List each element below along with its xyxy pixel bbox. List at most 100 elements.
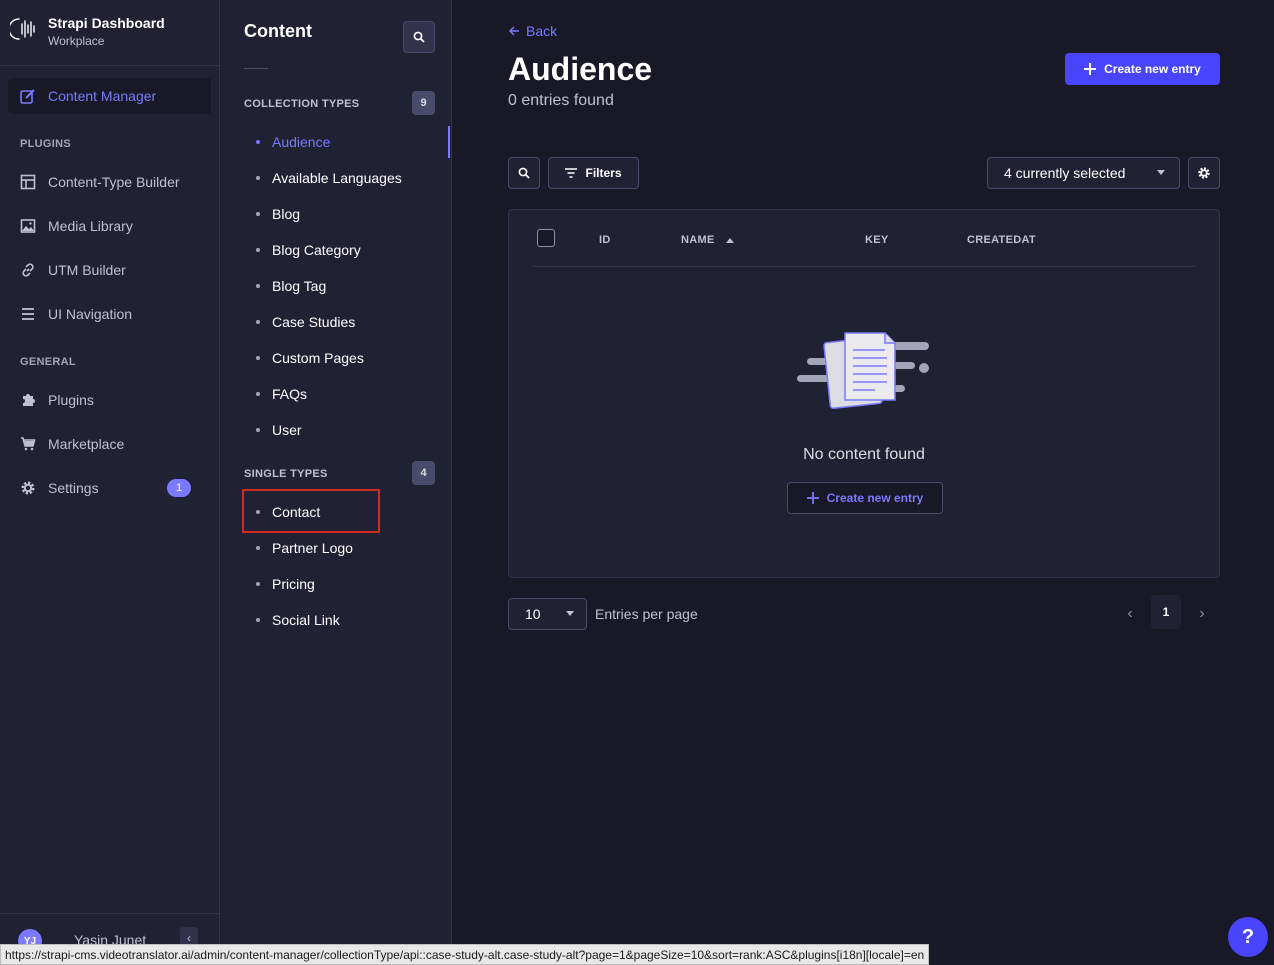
plus-icon [806, 492, 819, 504]
per-page-label: Entries per page [595, 606, 698, 622]
nav-item-label: Marketplace [48, 436, 125, 452]
notification-badge: 1 [167, 479, 191, 497]
subnav-item-available-languages[interactable]: Available Languages [244, 162, 450, 194]
page-size-select[interactable]: 10 [508, 598, 587, 630]
nav-item-media-library[interactable]: Media Library [8, 208, 211, 244]
bullet-icon [256, 546, 260, 550]
subnav-item-label: User [272, 422, 302, 438]
subnav-item-blog-category[interactable]: Blog Category [244, 234, 450, 266]
brand-title: Strapi Dashboard [48, 15, 165, 31]
chevron-right-icon: › [1199, 605, 1205, 622]
plus-icon [1084, 63, 1097, 75]
chevron-left-icon: ‹ [187, 931, 191, 945]
browser-status-url: https://strapi-cms.videotranslator.ai/ad… [0, 944, 930, 965]
previous-page-button[interactable]: ‹ [1118, 598, 1142, 630]
help-button[interactable]: ? [1228, 917, 1268, 957]
filter-icon [565, 168, 578, 178]
next-page-button[interactable]: › [1190, 598, 1214, 630]
cart-icon [20, 436, 36, 452]
puzzle-icon [20, 392, 36, 408]
subnav-item-pricing[interactable]: Pricing [244, 568, 450, 600]
column-header-createdat[interactable]: CREATEDAT [967, 234, 1036, 246]
bullet-icon [256, 140, 260, 144]
current-page-button[interactable]: 1 [1151, 595, 1181, 629]
nav-item-utm-builder[interactable]: UTM Builder [8, 252, 211, 288]
nav-item-label: Plugins [48, 392, 94, 408]
nav-item-marketplace[interactable]: Marketplace [8, 426, 211, 462]
nav-section-general: GENERAL [20, 356, 76, 368]
search-button[interactable] [508, 157, 540, 189]
button-label: Create new entry [826, 491, 924, 505]
main-navigation: Strapi Dashboard Workplace Content Manag… [0, 0, 220, 965]
select-value: 10 [525, 606, 541, 622]
bullet-icon [256, 582, 260, 586]
arrow-left-icon [508, 26, 519, 36]
brand: Strapi Dashboard Workplace [0, 0, 219, 66]
single-types-count: 4 [412, 461, 435, 485]
nav-item-plugins[interactable]: Plugins [8, 382, 211, 418]
caret-down-icon [1157, 170, 1165, 175]
displayed-columns-select[interactable]: 4 currently selected [987, 157, 1180, 189]
back-link[interactable]: Back [508, 23, 557, 39]
gear-icon [1198, 167, 1210, 179]
subnav-item-label: Available Languages [272, 170, 402, 186]
bullet-icon [256, 618, 260, 622]
collection-types-count: 9 [412, 91, 435, 115]
chevron-left-icon: ‹ [1127, 605, 1133, 622]
nav-item-label: Content Manager [48, 88, 157, 104]
bullet-icon [256, 320, 260, 324]
column-header-name[interactable]: NAME [681, 234, 734, 246]
nav-item-ui-navigation[interactable]: UI Navigation [8, 296, 211, 332]
column-header-id[interactable]: ID [599, 234, 611, 246]
entries-table: ID NAME KEY CREATEDAT No content found C… [508, 209, 1220, 578]
filters-button[interactable]: Filters [548, 157, 639, 189]
highlight-annotation [242, 489, 380, 533]
nav-item-content-type-builder[interactable]: Content-Type Builder [8, 164, 211, 200]
subnav-item-social-link[interactable]: Social Link [244, 604, 450, 636]
collection-types-label: COLLECTION TYPES [244, 98, 360, 110]
bullet-icon [256, 248, 260, 252]
button-label: Filters [585, 166, 622, 180]
bullet-icon [256, 356, 260, 360]
empty-documents-icon [797, 332, 929, 409]
list-icon [20, 306, 36, 322]
subnav-item-label: Pricing [272, 576, 315, 592]
empty-state-text: No content found [803, 446, 925, 463]
subnav-item-partner-logo[interactable]: Partner Logo [244, 532, 450, 564]
subnav-item-audience[interactable]: Audience [244, 126, 450, 158]
column-header-key[interactable]: KEY [865, 234, 889, 246]
subnav-item-label: Audience [272, 134, 331, 150]
button-label: Create new entry [1104, 62, 1201, 76]
nav-item-label: UI Navigation [48, 306, 133, 322]
empty-create-entry-button[interactable]: Create new entry [787, 482, 943, 514]
single-types-label: SINGLE TYPES [244, 468, 328, 480]
subnav-item-label: FAQs [272, 386, 308, 402]
create-new-entry-button[interactable]: Create new entry [1065, 53, 1220, 85]
bullet-icon [256, 428, 260, 432]
settings-button[interactable] [1188, 157, 1220, 189]
select-all-checkbox[interactable] [537, 229, 555, 247]
subnav-divider [244, 68, 268, 69]
subnav-item-user[interactable]: User [244, 414, 450, 446]
subnav-item-blog-tag[interactable]: Blog Tag [244, 270, 450, 302]
search-icon [518, 167, 530, 179]
back-label: Back [526, 23, 558, 39]
subnav-item-label: Partner Logo [272, 540, 353, 556]
subnav-search-button[interactable] [403, 21, 435, 53]
search-icon [413, 31, 425, 43]
nav-item-label: Content-Type Builder [48, 174, 180, 190]
subnav-item-case-studies[interactable]: Case Studies [244, 306, 450, 338]
nav-item-label: Media Library [48, 218, 133, 234]
nav-item-label: UTM Builder [48, 262, 126, 278]
subnav-item-label: Blog Tag [272, 278, 327, 294]
nav-item-settings[interactable]: Settings 1 [8, 470, 211, 506]
nav-item-content-manager[interactable]: Content Manager [8, 78, 211, 114]
subnav-item-label: Case Studies [272, 314, 356, 330]
feather-icon [20, 88, 36, 104]
select-value: 4 currently selected [1004, 165, 1126, 181]
subnav-item-custom-pages[interactable]: Custom Pages [244, 342, 450, 374]
nav-section-plugins: PLUGINS [20, 138, 71, 150]
subnav-item-blog[interactable]: Blog [244, 198, 450, 230]
caret-down-icon [566, 611, 574, 616]
subnav-item-faqs[interactable]: FAQs [244, 378, 450, 410]
